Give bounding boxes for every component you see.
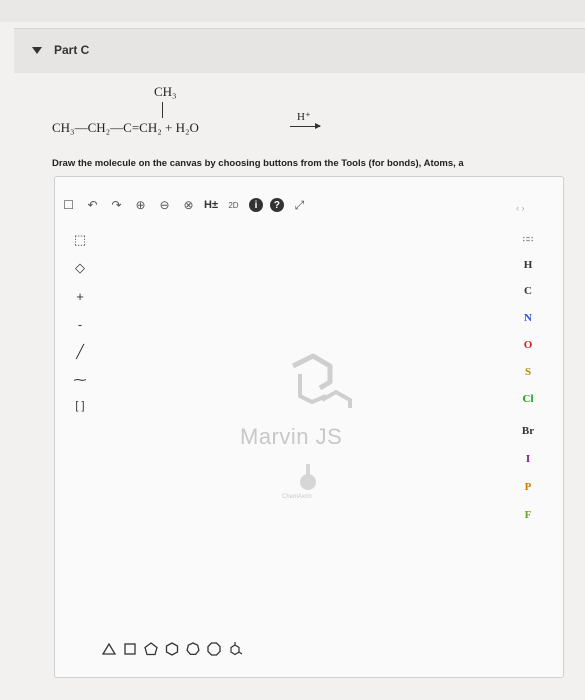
panel-toggle-icon[interactable]: ‹ › — [516, 203, 525, 213]
instruction-text: Draw the molecule on the canvas by choos… — [52, 158, 464, 169]
part-title: Part C — [54, 43, 90, 57]
substituent-bond — [162, 102, 163, 118]
triangle-icon[interactable] — [100, 640, 117, 657]
atom-br[interactable]: Br — [513, 420, 543, 442]
hexagon-icon[interactable] — [163, 640, 180, 657]
collapse-caret-icon[interactable] — [32, 47, 42, 54]
atom-h[interactable]: H — [513, 254, 543, 276]
square-icon[interactable] — [121, 640, 138, 657]
select-tool-icon[interactable]: ⬚ — [66, 228, 94, 252]
chain-tool-icon[interactable]: ⁓ — [66, 368, 94, 392]
undo-icon[interactable]: ↶ — [84, 197, 101, 214]
new-document-icon[interactable]: ☐ — [60, 197, 77, 214]
top-strip — [0, 0, 585, 22]
redo-icon[interactable]: ↷ — [108, 197, 125, 214]
chemaxon-label: ChemAxon — [282, 494, 312, 500]
atom-o[interactable]: O — [513, 334, 543, 356]
eraser-icon[interactable]: ◇ — [66, 256, 94, 280]
atom-cl[interactable]: Cl — [513, 388, 543, 410]
decrease-charge-icon[interactable]: - — [66, 312, 94, 336]
editor-toolbar: ☐ ↶ ↷ ⊕ ⊖ ⊗ H± 2D i ? ⤢ — [60, 192, 308, 218]
atom-n[interactable]: N — [513, 307, 543, 329]
reaction-reactants: CH₃—CH₂—C=CH₂ + H₂O — [52, 120, 199, 135]
reaction-arrow — [290, 123, 321, 129]
zoom-fit-icon[interactable]: ⊗ — [180, 197, 197, 214]
atom-i[interactable]: I — [513, 448, 543, 470]
hydrogens-toggle[interactable]: H± — [204, 197, 218, 214]
atom-s[interactable]: S — [513, 361, 543, 383]
atom-c[interactable]: C — [513, 280, 543, 302]
marvin-js-logo: Marvin JS — [240, 424, 343, 449]
pentagon-icon[interactable] — [142, 640, 159, 657]
octagon-icon[interactable] — [205, 640, 222, 657]
clean-2d-icon[interactable]: 2D — [225, 197, 242, 214]
increase-charge-icon[interactable]: + — [66, 284, 94, 308]
atom-p[interactable]: P — [513, 476, 543, 498]
benzene-icon[interactable] — [226, 640, 243, 657]
atom-f[interactable]: F — [513, 504, 543, 526]
reaction-equation: CH₃ CH₃—CH₂—C=CH₂ + H₂O H⁺ — [52, 84, 392, 144]
single-bond-icon[interactable]: ╱ — [66, 340, 94, 364]
template-toolbar — [100, 640, 243, 657]
help-icon[interactable]: ? — [269, 198, 284, 212]
fullscreen-icon[interactable]: ⤢ — [291, 197, 308, 214]
bracket-tool-icon[interactable]: [ ] — [66, 394, 94, 418]
periodic-table-icon[interactable]: ∷∷ — [513, 228, 543, 250]
heptagon-icon[interactable] — [184, 640, 201, 657]
zoom-out-icon[interactable]: ⊖ — [156, 197, 173, 214]
info-icon[interactable]: i — [248, 198, 263, 212]
part-header[interactable]: Part C — [14, 28, 585, 73]
zoom-in-icon[interactable]: ⊕ — [132, 197, 149, 214]
reaction-catalyst: H⁺ — [297, 111, 311, 123]
substituent-ch3: CH₃ — [154, 84, 177, 99]
